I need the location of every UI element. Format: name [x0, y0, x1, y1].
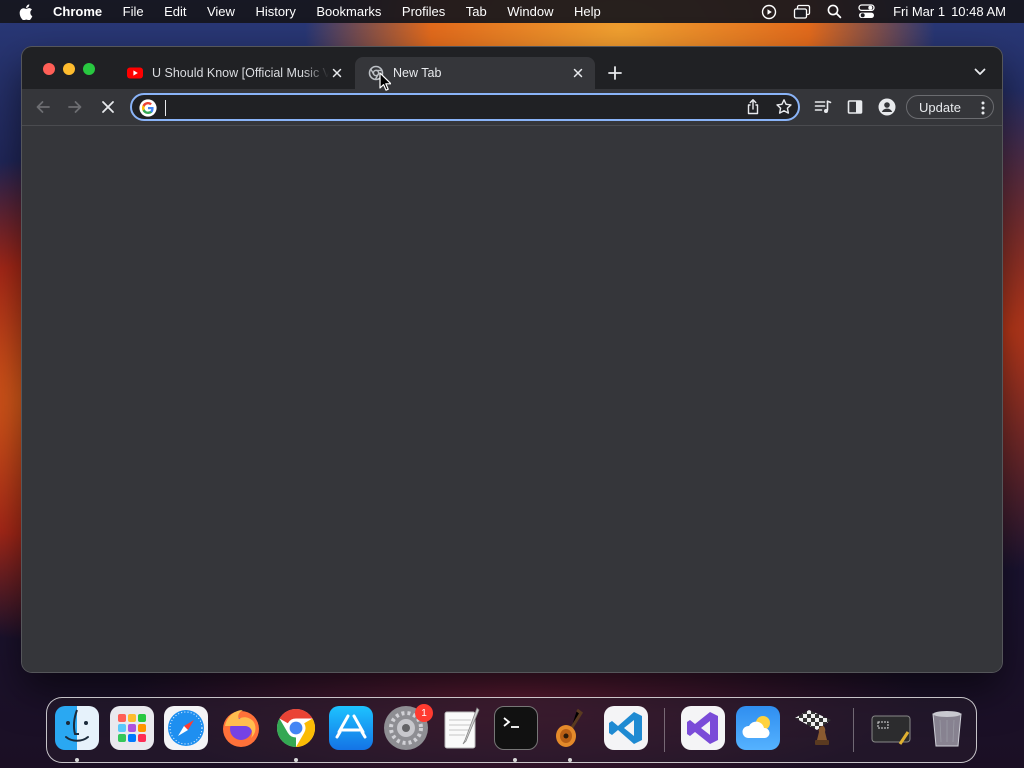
dock-garageband-icon[interactable] [549, 706, 593, 750]
dock-firefox-icon[interactable] [219, 706, 263, 750]
menu-tab[interactable]: Tab [466, 4, 487, 19]
screen-recording-icon[interactable] [761, 4, 777, 20]
browser-toolbar: Update [22, 89, 1002, 126]
menu-history[interactable]: History [255, 4, 295, 19]
close-tab-icon[interactable] [329, 65, 345, 81]
running-indicator [513, 758, 517, 762]
dock-screenshot-icon[interactable] [870, 706, 914, 750]
control-center-icon[interactable] [858, 4, 875, 19]
dock-vscode-icon[interactable] [604, 706, 648, 750]
window-close-button[interactable] [43, 63, 55, 75]
window-zoom-button[interactable] [83, 63, 95, 75]
profile-avatar-icon [878, 98, 896, 116]
menu-edit[interactable]: Edit [164, 4, 186, 19]
share-icon[interactable] [744, 98, 762, 116]
stop-loading-button[interactable] [98, 97, 118, 117]
menubar-date[interactable]: Fri Mar 1 [893, 4, 945, 19]
apple-menu-icon[interactable] [19, 3, 33, 20]
bookmark-star-icon[interactable] [775, 98, 793, 116]
dock-finder-icon[interactable] [55, 706, 99, 750]
reading-list-icon [814, 100, 832, 113]
stop-x-icon [102, 101, 114, 113]
page-content-area[interactable] [22, 126, 1002, 672]
display-mirroring-icon[interactable] [793, 4, 811, 20]
tab-title: New Tab [393, 66, 442, 80]
menu-bookmarks[interactable]: Bookmarks [316, 4, 381, 19]
window-minimize-button[interactable] [63, 63, 75, 75]
omnibox-input[interactable] [164, 97, 724, 117]
running-indicator [568, 758, 572, 762]
menu-bar: Chrome File Edit View History Bookmarks … [0, 0, 1024, 23]
menu-help[interactable]: Help [574, 4, 601, 19]
spotlight-search-icon[interactable] [827, 4, 842, 19]
menubar-time[interactable]: 10:48 AM [951, 4, 1006, 19]
google-g-icon [139, 99, 157, 117]
dock-trash-icon[interactable] [925, 706, 969, 750]
tab-search-chevron-icon[interactable] [972, 64, 988, 80]
close-tab-icon[interactable] [570, 65, 586, 81]
side-panel-icon [847, 100, 863, 114]
new-tab-button[interactable] [605, 63, 625, 83]
dock-app-store-icon[interactable] [329, 706, 373, 750]
chrome-window: U Should Know [Official Music Video] New… [22, 47, 1002, 672]
dock-launchpad-icon[interactable] [110, 706, 154, 750]
back-button[interactable] [33, 97, 53, 117]
tab-new-tab[interactable]: New Tab [355, 57, 595, 89]
dock-weather-icon[interactable] [736, 706, 780, 750]
tab-strip: U Should Know [Official Music Video] New… [22, 47, 1002, 89]
dock-textedit-icon[interactable] [439, 706, 483, 750]
menu-profiles[interactable]: Profiles [402, 4, 445, 19]
update-chrome-button[interactable]: Update [906, 95, 994, 119]
menu-file[interactable]: File [123, 4, 144, 19]
dock-safari-icon[interactable] [164, 706, 208, 750]
menu-view[interactable]: View [207, 4, 235, 19]
mouse-cursor-icon [379, 72, 391, 91]
tab-youtube-video[interactable]: U Should Know [Official Music Video] [114, 57, 354, 89]
side-panel-button[interactable] [845, 97, 865, 117]
running-indicator [75, 758, 79, 762]
text-caret [165, 100, 166, 116]
menu-app-name[interactable]: Chrome [53, 4, 102, 19]
reading-list-button[interactable] [813, 97, 833, 117]
notification-badge: 1 [415, 704, 433, 722]
update-label: Update [919, 99, 961, 115]
more-menu-icon[interactable] [981, 100, 985, 116]
dock-separator [664, 708, 665, 752]
dock-separator [853, 708, 854, 752]
youtube-icon [127, 67, 143, 79]
running-indicator [294, 758, 298, 762]
dock-visual-studio-icon[interactable] [681, 706, 725, 750]
dock-chrome-icon[interactable] [274, 706, 318, 750]
dock-terminal-icon[interactable] [494, 706, 538, 750]
forward-arrow-icon [68, 101, 82, 113]
dock: 1 [46, 697, 977, 763]
forward-button[interactable] [65, 97, 85, 117]
dock-chess-icon[interactable] [791, 706, 835, 750]
menu-window[interactable]: Window [507, 4, 553, 19]
address-bar[interactable] [130, 93, 800, 121]
profile-button[interactable] [877, 97, 897, 117]
back-arrow-icon [36, 101, 50, 113]
tab-title: U Should Know [Official Music Video] [152, 66, 329, 80]
